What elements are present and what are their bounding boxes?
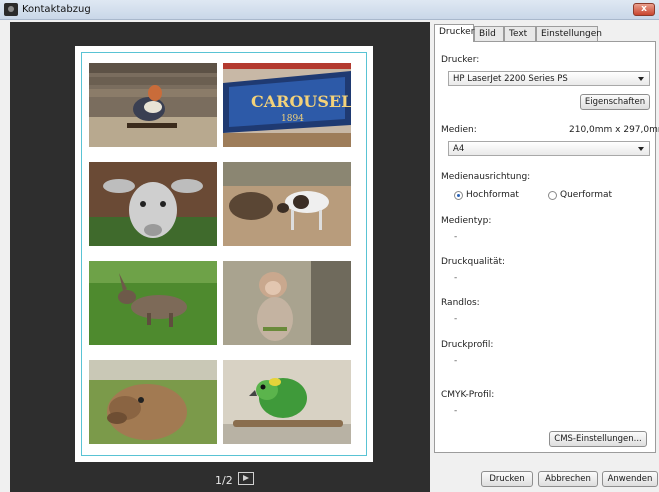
orientation-label: Medienausrichtung:	[441, 172, 531, 182]
media-type-label: Medientyp:	[441, 216, 492, 226]
tab-drucker[interactable]: Drucker	[434, 24, 474, 42]
tab-text[interactable]: Text	[504, 26, 536, 41]
thumbnail-carousel[interactable]: CAROUSEL 1894	[223, 63, 351, 147]
landscape-label[interactable]: Querformat	[560, 190, 612, 200]
thumbnail-hare[interactable]	[89, 261, 217, 345]
window-title: Kontaktabzug	[22, 4, 91, 15]
next-page-button[interactable]	[238, 472, 254, 485]
thumbnail-goat[interactable]	[223, 162, 351, 246]
landscape-radio[interactable]	[548, 191, 557, 200]
media-type-value: -	[454, 232, 458, 242]
print-quality-label: Druckqualität:	[441, 257, 506, 267]
printer-select[interactable]: HP LaserJet 2200 Series PS	[448, 71, 650, 86]
thumbnail-parrot[interactable]	[223, 360, 351, 444]
tab-einstellungen[interactable]: Einstellungen	[536, 26, 602, 41]
chevron-down-icon	[638, 147, 644, 151]
borderless-label: Randlos:	[441, 298, 480, 308]
cms-settings-button[interactable]: CMS-Einstellungen...	[549, 431, 647, 447]
preview-page: CAROUSEL 1894	[75, 46, 373, 462]
print-profile-value: -	[454, 356, 458, 366]
media-select-value: A4	[453, 144, 465, 154]
cmyk-profile-value: -	[454, 406, 458, 416]
tab-bild[interactable]: Bild	[474, 26, 504, 41]
apply-button[interactable]: Anwenden	[602, 471, 658, 487]
print-button[interactable]: Drucken	[481, 471, 533, 487]
media-label: Medien:	[441, 125, 477, 135]
portrait-label[interactable]: Hochformat	[466, 190, 519, 200]
title-bar: Kontaktabzug x	[0, 0, 659, 20]
portrait-radio[interactable]	[454, 191, 463, 200]
print-preview-area: CAROUSEL 1894 1/2	[10, 22, 430, 492]
page-indicator: 1/2	[215, 474, 233, 487]
chevron-down-icon	[638, 77, 644, 81]
properties-button[interactable]: Eigenschaften	[580, 94, 650, 110]
thumbnail-camel[interactable]	[89, 360, 217, 444]
cmyk-profile-label: CMYK-Profil:	[441, 390, 495, 400]
thumbnail-monkey[interactable]	[223, 261, 351, 345]
thumbnail-bird[interactable]	[89, 63, 217, 147]
svg-text:CAROUSEL: CAROUSEL	[251, 92, 351, 111]
media-select[interactable]: A4	[448, 141, 650, 156]
cancel-button[interactable]: Abbrechen	[538, 471, 598, 487]
print-profile-label: Druckprofil:	[441, 340, 494, 350]
camera-app-icon	[4, 3, 18, 16]
printer-select-value: HP LaserJet 2200 Series PS	[453, 74, 568, 84]
settings-panel: Drucker Bild Text Einstellungen Drucker:…	[432, 22, 659, 492]
print-quality-value: -	[454, 273, 458, 283]
borderless-value: -	[454, 314, 458, 324]
thumbnail-skull[interactable]	[89, 162, 217, 246]
close-button[interactable]: x	[633, 3, 655, 16]
drucker-tab-content: Drucker: HP LaserJet 2200 Series PS Eige…	[434, 41, 659, 453]
svg-text:1894: 1894	[281, 114, 304, 124]
printer-label: Drucker:	[441, 55, 480, 65]
media-size-value: 210,0mm x 297,0mm	[569, 125, 659, 135]
